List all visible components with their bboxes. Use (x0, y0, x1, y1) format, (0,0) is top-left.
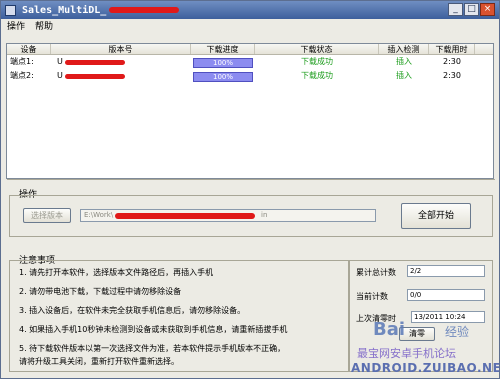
progress-cell: 100% (191, 70, 255, 82)
last-clear-value: 13/2011 10:24 (411, 311, 485, 323)
col-status[interactable]: 下载状态 (255, 44, 379, 54)
app-icon (5, 4, 16, 16)
col-version[interactable]: 版本号 (51, 44, 191, 54)
window-title: Sales_MultiDL_ (22, 4, 180, 16)
device-cell: 端点1: (10, 57, 34, 66)
progress-cell: 100% (191, 56, 255, 68)
site-watermark: ANDROID.ZUIBAO.NET (351, 361, 500, 375)
col-progress[interactable]: 下载进度 (191, 44, 255, 54)
menu-help[interactable]: 帮助 (35, 19, 53, 32)
col-device[interactable]: 设备 (7, 44, 51, 54)
progress-bar: 100% (193, 72, 253, 82)
jingyan-watermark: 经验 (445, 325, 470, 339)
progress-bar: 100% (193, 58, 253, 68)
start-all-button[interactable]: 全部开始 (401, 203, 471, 229)
version-cell: U (51, 55, 191, 69)
status-cell: 下载成功 (301, 71, 333, 80)
total-count-label: 累计总计数 (356, 268, 396, 277)
app-window: Sales_MultiDL_ _ □ × 操作 帮助 设备 版本号 下载进度 下… (0, 0, 500, 379)
device-table: 设备 版本号 下载进度 下载状态 插入检测 下载用时 端点1: U 100% 下… (6, 43, 494, 179)
current-count-label: 当前计数 (356, 292, 388, 301)
menu-operate[interactable]: 操作 (7, 19, 25, 32)
note-item: 2. 请勿带电池下载，下载过程中请勿移除设备 (19, 287, 182, 296)
note-item: 3. 插入设备后，在软件未完全获取手机信息后，请勿移除设备。 (19, 306, 246, 315)
section-divider (7, 179, 495, 184)
total-count-value: 2/2 (407, 265, 485, 277)
note-item: 4. 如果插入手机10秒钟未检测到设备或未获取到手机信息，请重新插拔手机 (19, 325, 288, 334)
title-redaction (109, 6, 180, 13)
note-item: 5. 待下载软件版本以第一次选择文件为准，若本软件提示手机版本不正确， (19, 344, 286, 353)
window-title-text: Sales_MultiDL_ (22, 4, 107, 16)
baidu-watermark: Bai (373, 319, 406, 340)
version-text: U (57, 57, 63, 66)
time-cell: 2:30 (443, 71, 461, 80)
menu-bar: 操作 帮助 (1, 19, 499, 32)
version-redaction (65, 74, 125, 79)
forum-watermark: 最宝网安卓手机论坛 (357, 347, 456, 360)
minimize-button[interactable]: _ (448, 3, 463, 16)
note-item: 1. 请先打开本软件，选择版本文件路径后，再插入手机 (19, 268, 214, 277)
device-cell: 端点2: (10, 71, 34, 80)
table-row[interactable]: 端点2: U 100% 下载成功 插入 2:30 (7, 69, 493, 83)
detect-cell: 插入 (396, 71, 412, 80)
note-item: 请将升级工具关闭，重新打开软件重新选择。 (19, 357, 179, 366)
title-bar[interactable]: Sales_MultiDL_ _ □ × (1, 1, 499, 19)
status-cell: 下载成功 (301, 57, 333, 66)
table-row[interactable]: 端点1: U 100% 下载成功 插入 2:30 (7, 55, 493, 69)
version-path-input[interactable]: E:\Work\ in (80, 209, 376, 222)
current-count-value: 0/0 (407, 289, 485, 301)
path-redaction (115, 213, 255, 219)
detect-cell: 插入 (396, 57, 412, 66)
table-header: 设备 版本号 下载进度 下载状态 插入检测 下载用时 (7, 44, 493, 55)
close-button[interactable]: × (480, 3, 495, 16)
maximize-button[interactable]: □ (464, 3, 479, 16)
version-redaction (65, 60, 125, 65)
version-text: U (57, 71, 63, 80)
path-prefix: E:\Work\ (84, 211, 114, 219)
col-detect[interactable]: 插入检测 (379, 44, 429, 54)
time-cell: 2:30 (443, 57, 461, 66)
col-time[interactable]: 下载用时 (429, 44, 475, 54)
version-cell: U (51, 69, 191, 83)
select-version-button[interactable]: 选择版本 (23, 208, 71, 223)
path-suffix: in (261, 211, 268, 219)
